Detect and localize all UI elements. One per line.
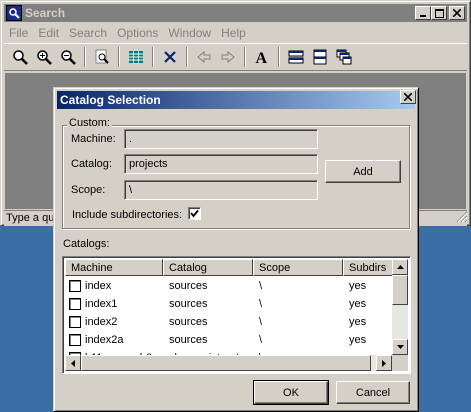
custom-group-label: Custom: <box>67 117 112 129</box>
zoom-in-icon[interactable] <box>32 46 56 68</box>
forward-arrow-icon[interactable] <box>216 46 240 68</box>
toolbar-separator <box>186 47 188 67</box>
arrow-right-icon <box>382 359 386 367</box>
dialog-titlebar[interactable]: Catalog Selection <box>57 91 415 109</box>
maximize-button[interactable] <box>431 6 447 20</box>
catalog-selection-dialog: Catalog Selection Custom: Machine: Catal… <box>53 87 419 412</box>
list-item[interactable]: index sources \ yes <box>65 277 393 295</box>
menu-window[interactable]: Window <box>163 26 216 40</box>
main-window-title: Search <box>25 6 66 20</box>
list-item[interactable]: index2a sources \ yes <box>65 331 393 349</box>
catalogs-list[interactable]: Machine Catalog Scope Subdirs index sour… <box>62 256 411 374</box>
svg-text:A: A <box>256 50 268 65</box>
arrow-down-icon <box>396 345 404 349</box>
tile-horizontal-icon[interactable] <box>284 46 308 68</box>
scroll-right-button[interactable] <box>376 355 392 371</box>
scope-input[interactable] <box>124 180 318 200</box>
toolbar-separator <box>118 47 120 67</box>
font-icon[interactable]: A <box>250 46 274 68</box>
toolbar-separator <box>84 47 86 67</box>
cancel-button[interactable]: Cancel <box>336 381 410 404</box>
list-item[interactable]: index1 sources \ yes <box>65 295 393 313</box>
column-header-catalog[interactable]: Catalog <box>163 259 253 276</box>
column-header-machine[interactable]: Machine <box>65 259 163 276</box>
toolbar-separator <box>152 47 154 67</box>
menu-help[interactable]: Help <box>216 26 251 40</box>
ok-button[interactable]: OK <box>253 380 329 405</box>
machine-label: Machine: <box>71 133 116 145</box>
scroll-up-button[interactable] <box>392 259 408 275</box>
add-button[interactable]: Add <box>325 160 401 183</box>
arrow-left-icon <box>71 359 75 367</box>
list-rows: index sources \ yes index1 sources \ yes… <box>65 277 393 367</box>
scrollbar-corner <box>392 355 408 371</box>
magnifier-icon[interactable] <box>8 46 32 68</box>
scroll-down-button[interactable] <box>392 339 408 355</box>
list-header: Machine Catalog Scope Subdirs <box>65 259 393 276</box>
checkmark-icon <box>190 209 199 218</box>
catalogs-label: Catalogs: <box>63 238 110 250</box>
scope-label: Scope: <box>71 184 106 196</box>
toolbar: A <box>4 43 467 71</box>
delete-icon[interactable] <box>158 46 182 68</box>
menu-edit[interactable]: Edit <box>33 26 64 40</box>
column-header-scope[interactable]: Scope <box>253 259 343 276</box>
menu-search[interactable]: Search <box>64 26 112 40</box>
row-checkbox[interactable] <box>69 334 81 346</box>
dialog-close-button[interactable] <box>400 90 416 104</box>
back-arrow-icon[interactable] <box>192 46 216 68</box>
row-checkbox[interactable] <box>69 316 81 328</box>
column-header-subdirs[interactable]: Subdirs <box>343 259 393 276</box>
app-icon <box>6 5 22 21</box>
menu-options[interactable]: Options <box>112 26 163 40</box>
include-subdirectories-checkbox[interactable] <box>188 207 201 220</box>
row-checkbox[interactable] <box>69 298 81 310</box>
scroll-left-button[interactable] <box>65 355 81 371</box>
row-checkbox[interactable] <box>69 280 81 292</box>
zoom-out-icon[interactable] <box>56 46 80 68</box>
toolbar-separator <box>244 47 246 67</box>
preview-icon[interactable] <box>90 46 114 68</box>
include-subdirectories-label: Include subdirectories: <box>72 209 183 221</box>
horizontal-scroll-thumb[interactable] <box>81 355 371 371</box>
vertical-scrollbar[interactable] <box>392 259 408 355</box>
arrow-up-icon <box>396 265 404 269</box>
columns-icon[interactable] <box>124 46 148 68</box>
catalog-label: Catalog: <box>71 158 112 170</box>
tile-vertical-icon[interactable] <box>308 46 332 68</box>
machine-input[interactable] <box>124 129 318 149</box>
toolbar-separator <box>278 47 280 67</box>
list-item[interactable]: index2 sources \ yes <box>65 313 393 331</box>
close-button[interactable] <box>449 6 465 20</box>
cascade-icon[interactable] <box>332 46 356 68</box>
menu-file[interactable]: File <box>4 26 33 40</box>
vertical-scroll-thumb[interactable] <box>392 275 408 305</box>
menu-bar: File Edit Search Options Window Help <box>4 23 467 42</box>
catalog-input[interactable] <box>124 154 318 174</box>
main-titlebar[interactable]: Search <box>4 4 467 22</box>
dialog-title: Catalog Selection <box>60 93 161 107</box>
resize-grip-icon[interactable] <box>456 211 468 223</box>
minimize-button[interactable] <box>415 6 431 20</box>
horizontal-scrollbar[interactable] <box>65 355 392 371</box>
